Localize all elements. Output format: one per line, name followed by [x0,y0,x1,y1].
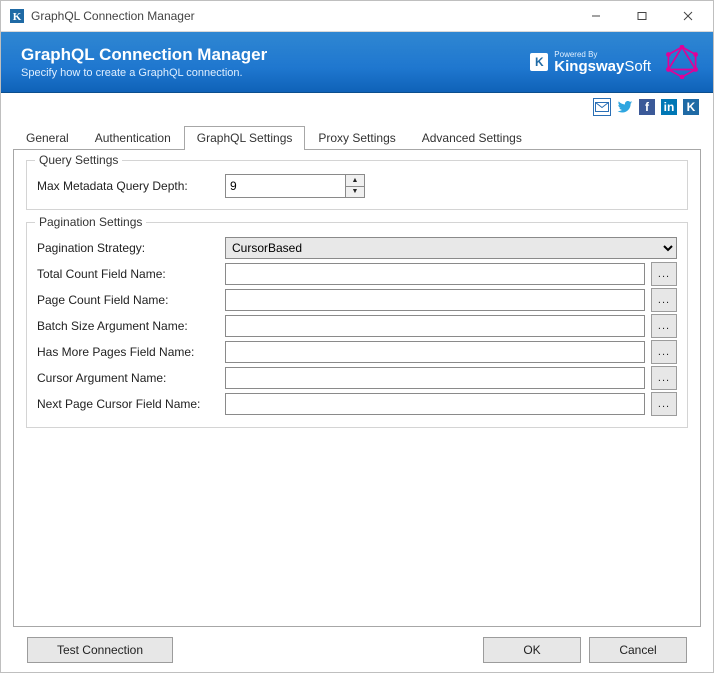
group-query-settings: Query Settings Max Metadata Query Depth:… [26,160,688,210]
cancel-button[interactable]: Cancel [589,637,687,663]
legend-query-settings: Query Settings [35,153,122,167]
max-metadata-depth-spinner[interactable]: ▲ ▼ [225,174,365,198]
pagination-field-row: Page Count Field Name:... [37,287,677,313]
browse-button[interactable]: ... [651,366,677,390]
pagination-field-input[interactable] [225,315,645,337]
pagination-field-row: Cursor Argument Name:... [37,365,677,391]
browse-button[interactable]: ... [651,314,677,338]
brand-link-icon[interactable]: K [683,99,699,115]
legend-pagination-settings: Pagination Settings [35,215,146,229]
pagination-field-label: Cursor Argument Name: [37,371,219,385]
social-link-row: f in K [1,93,713,119]
app-icon: K [9,8,25,24]
spinner-down-icon[interactable]: ▼ [346,187,364,198]
pagination-field-label: Next Page Cursor Field Name: [37,397,219,411]
tab-row: General Authentication GraphQL Settings … [13,125,701,149]
facebook-icon[interactable]: f [639,99,655,115]
banner-title: GraphQL Connection Manager [21,45,267,65]
browse-button[interactable]: ... [651,288,677,312]
spinner-up-icon[interactable]: ▲ [346,175,364,187]
window-title: GraphQL Connection Manager [31,9,195,23]
pagination-field-input[interactable] [225,367,645,389]
pagination-field-label: Has More Pages Field Name: [37,345,219,359]
minimize-button[interactable] [573,2,619,31]
pagination-field-row: Total Count Field Name:... [37,261,677,287]
twitter-icon[interactable] [617,99,633,115]
brand-badge-icon: K [530,53,548,71]
header-banner: GraphQL Connection Manager Specify how t… [1,32,713,93]
tab-general[interactable]: General [13,126,82,150]
label-max-metadata-depth: Max Metadata Query Depth: [37,179,219,193]
tab-authentication[interactable]: Authentication [82,126,184,150]
browse-button[interactable]: ... [651,340,677,364]
pagination-field-input[interactable] [225,289,645,311]
app-window: K GraphQL Connection Manager GraphQL Con… [0,0,714,673]
pagination-field-input[interactable] [225,393,645,415]
close-button[interactable] [665,2,711,31]
group-pagination-settings: Pagination Settings Pagination Strategy:… [26,222,688,428]
banner-subtitle: Specify how to create a GraphQL connecti… [21,67,267,79]
brand-name: KingswaySoft [554,59,651,74]
maximize-button[interactable] [619,2,665,31]
powered-by-logo: K Powered By KingswaySoft [530,51,651,74]
max-metadata-depth-input[interactable] [226,175,345,197]
tab-proxy-settings[interactable]: Proxy Settings [305,126,408,150]
titlebar: K GraphQL Connection Manager [1,1,713,32]
test-connection-button[interactable]: Test Connection [27,637,173,663]
dialog-footer: Test Connection OK Cancel [13,627,701,672]
email-icon[interactable] [593,98,611,116]
pagination-field-label: Batch Size Argument Name: [37,319,219,333]
svg-text:K: K [13,11,22,23]
linkedin-icon[interactable]: in [661,99,677,115]
pagination-field-row: Batch Size Argument Name:... [37,313,677,339]
pagination-field-input[interactable] [225,263,645,285]
pagination-field-row: Has More Pages Field Name:... [37,339,677,365]
pagination-field-label: Total Count Field Name: [37,267,219,281]
tab-panel-graphql-settings: Query Settings Max Metadata Query Depth:… [13,149,701,627]
tab-advanced-settings[interactable]: Advanced Settings [409,126,535,150]
browse-button[interactable]: ... [651,262,677,286]
pagination-field-label: Page Count Field Name: [37,293,219,307]
pagination-field-row: Next Page Cursor Field Name:... [37,391,677,417]
label-pagination-strategy: Pagination Strategy: [37,241,219,255]
browse-button[interactable]: ... [651,392,677,416]
ok-button[interactable]: OK [483,637,581,663]
graphql-logo-icon [665,45,699,79]
tab-graphql-settings[interactable]: GraphQL Settings [184,126,306,150]
pagination-field-input[interactable] [225,341,645,363]
pagination-strategy-select[interactable]: CursorBased [225,237,677,259]
